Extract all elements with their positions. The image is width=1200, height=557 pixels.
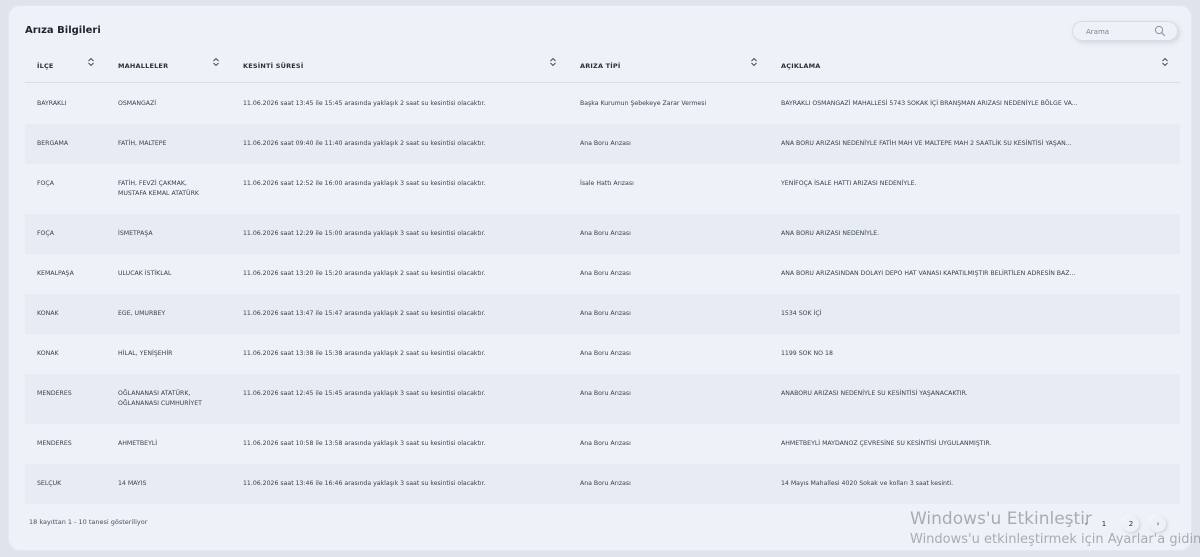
panel-title: Arıza Bilgileri [25,25,101,36]
cell-aciklama: 1534 SOK İÇİ [781,310,822,317]
page-1-button[interactable]: 1 [1096,516,1112,532]
cell-ilce: MENDERES [37,390,72,397]
cell-aciklama: ANA BORU ARIZASI NEDENİYLE FATİH MAH VE … [781,140,1072,147]
next-page-button[interactable]: › [1150,516,1166,532]
cell-ariza-tipi: Ana Boru Arızası [580,480,631,487]
column-header-kesinti-suresi[interactable]: KESİNTİ SÜRESİ [243,62,303,70]
cell-mahalleler: HİLAL, YENİŞEHİR [118,350,173,357]
cell-ilce: BAYRAKLI [37,100,67,107]
cell-ariza-tipi: Ana Boru Arızası [580,350,631,357]
cell-mahalleler: FATİH, MALTEPE [118,140,167,147]
cell-ilce: MENDERES [37,440,72,447]
cell-kesinti-suresi: 11.06.2026 saat 13:45 ile 15:45 arasında… [243,100,486,107]
table-row[interactable]: FOÇA FATİH, FEVZİ ÇAKMAK, MUSTAFA KEMAL … [25,164,1180,214]
cell-kesinti-suresi: 11.06.2026 saat 13:46 ile 16:46 arasında… [243,480,486,487]
table-row[interactable]: BAYRAKLI OSMANGAZİ 11.06.2026 saat 13:45… [25,84,1180,124]
search-box[interactable] [1072,21,1178,41]
pagination-info: 18 kayıttan 1 - 10 tanesi gösteriliyor [29,518,148,526]
cell-kesinti-suresi: 11.06.2026 saat 12:52 ile 16:00 arasında… [243,180,486,187]
cell-mahalleler: OSMANGAZİ [118,100,157,107]
cell-ilce: KEMALPAŞA [37,270,74,277]
cell-aciklama: ANA BORU ARIZASINDAN DOLAYI DEPO HAT VAN… [781,270,1076,277]
cell-mahalleler: EGE, UMURBEY [118,310,166,317]
column-header-mahalleler[interactable]: MAHALLELER [118,62,168,70]
table-row[interactable]: KONAK HİLAL, YENİŞEHİR 11.06.2026 saat 1… [25,334,1180,374]
cell-aciklama: 1199 SOK NO 18 [781,350,833,357]
column-header-ilce[interactable]: İLÇE [37,62,54,70]
cell-ilce: KONAK [37,350,59,357]
cell-ariza-tipi: Ana Boru Arızası [580,440,631,447]
cell-aciklama: BAYRAKLI OSMANGAZİ MAHALLESİ 5743 SOKAK … [781,100,1078,107]
cell-aciklama: ANA BORU ARIZASI NEDENİYLE. [781,230,880,237]
sort-icon[interactable] [1161,57,1169,67]
cell-ariza-tipi: Başka Kurumun Şebekeye Zarar Vermesi [580,100,707,107]
cell-mahalleler: AHMETBEYLİ [118,440,158,447]
cell-mahalleler: 14 MAYIS [118,480,147,487]
cell-aciklama: 14 Mayıs Mahallesi 4020 Sokak ve kolları… [781,480,954,487]
cell-mahalleler: ULUCAK İSTİKLAL [118,270,172,277]
table-row[interactable]: MENDERES AHMETBEYLİ 11.06.2026 saat 10:5… [25,424,1180,464]
cell-ilce: FOÇA [37,230,54,237]
activation-watermark-text: Windows'u etkinleştirmek için Ayarlar'a … [910,532,1200,547]
cell-mahalleler-line2: MUSTAFA KEMAL ATATÜRK [118,190,199,197]
cell-ilce: SELÇUK [37,480,62,487]
cell-ariza-tipi: İsale Hattı Arızası [580,180,634,187]
sort-icon[interactable] [87,57,95,67]
cell-ariza-tipi: Ana Boru Arızası [580,390,631,397]
cell-aciklama: AHMETBEYLİ MAYDANOZ ÇEVRESİNE SU KESİNTİ… [781,440,992,447]
cell-mahalleler-line2: OĞLANANASI CUMHURİYET [118,400,202,407]
table-row[interactable]: BERGAMA FATİH, MALTEPE 11.06.2026 saat 0… [25,124,1180,164]
cell-kesinti-suresi: 11.06.2026 saat 09:40 ile 11:40 arasında… [243,140,486,147]
cell-kesinti-suresi: 11.06.2026 saat 13:47 ile 15:47 arasında… [243,310,486,317]
cell-kesinti-suresi: 11.06.2026 saat 13:20 ile 15:20 arasında… [243,270,486,277]
cell-kesinti-suresi: 11.06.2026 saat 13:38 ile 15:38 arasında… [243,350,486,357]
cell-kesinti-suresi: 11.06.2026 saat 10:58 ile 13:58 arasında… [243,440,486,447]
cell-aciklama: YENİFOÇA İSALE HATTI ARIZASI NEDENİYLE. [781,180,917,187]
column-header-ariza-tipi[interactable]: ARIZA TİPİ [580,62,621,70]
cell-mahalleler: FATİH, FEVZİ ÇAKMAK, [118,180,187,187]
page-2-button[interactable]: 2 [1123,516,1139,532]
cell-mahalleler: İSMETPAŞA [118,230,153,237]
cell-aciklama: ANABORU ARIZASI NEDENİYLE SU KESİNTİSİ Y… [781,390,968,397]
table-row[interactable]: SELÇUK 14 MAYIS 11.06.2026 saat 13:46 il… [25,464,1180,504]
cell-ariza-tipi: Ana Boru Arızası [580,270,631,277]
cell-mahalleler: OĞLANANASI ATATÜRK, [118,390,191,397]
cell-ariza-tipi: Ana Boru Arızası [580,310,631,317]
cell-ilce: BERGAMA [37,140,69,147]
cell-ariza-tipi: Ana Boru Arızası [580,230,631,237]
outage-panel: Arıza Bilgileri İLÇE MAHALLELER KESİNTİ … [8,5,1192,551]
cell-ilce: KONAK [37,310,59,317]
search-icon[interactable] [1154,25,1166,37]
cell-kesinti-suresi: 11.06.2026 saat 12:45 ile 15:45 arasında… [243,390,486,397]
column-header-aciklama[interactable]: AÇIKLAMA [781,62,821,70]
cell-ilce: FOÇA [37,180,54,187]
table-row[interactable]: KONAK EGE, UMURBEY 11.06.2026 saat 13:47… [25,294,1180,334]
table-row[interactable]: FOÇA İSMETPAŞA 11.06.2026 saat 12:29 ile… [25,214,1180,254]
cell-ariza-tipi: Ana Boru Arızası [580,140,631,147]
table-row[interactable]: KEMALPAŞA ULUCAK İSTİKLAL 11.06.2026 saa… [25,254,1180,294]
activation-watermark-title: Windows'u Etkinleştir [910,509,1092,529]
sort-icon[interactable] [549,57,557,67]
sort-icon[interactable] [750,57,758,67]
sort-icon[interactable] [212,57,220,67]
search-input[interactable] [1084,24,1158,40]
cell-kesinti-suresi: 11.06.2026 saat 12:29 ile 15:00 arasında… [243,230,486,237]
table-header: İLÇE MAHALLELER KESİNTİ SÜRESİ ARIZA TİP… [25,54,1180,83]
table-row[interactable]: MENDERES OĞLANANASI ATATÜRK, OĞLANANASI … [25,374,1180,424]
